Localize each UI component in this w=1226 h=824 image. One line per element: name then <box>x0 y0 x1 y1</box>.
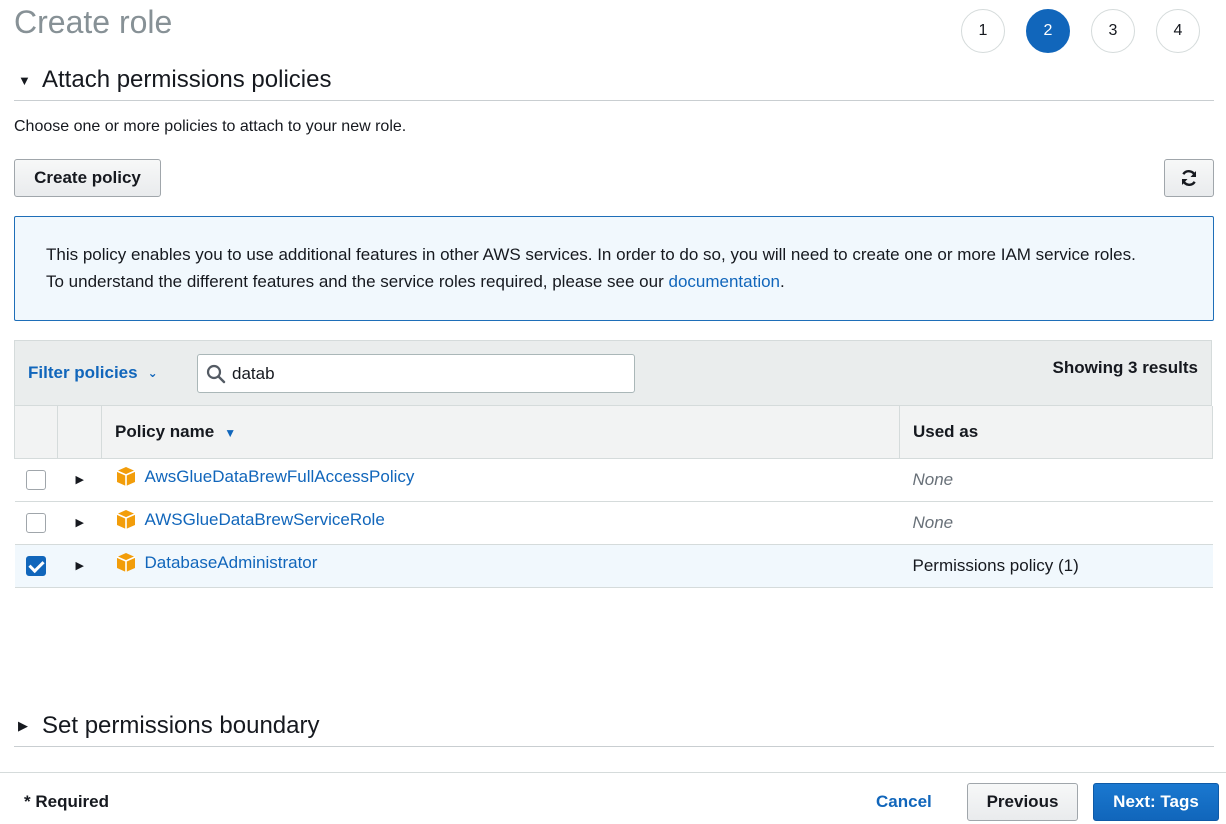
search-box[interactable] <box>197 354 635 393</box>
create-policy-button[interactable]: Create policy <box>14 159 161 197</box>
filter-policies-label: Filter policies <box>28 363 138 382</box>
table-row[interactable]: ▶ AWSGlueDataBrewServiceRole None <box>14 501 1213 544</box>
page-title: Create role <box>14 4 173 40</box>
previous-button[interactable]: Previous <box>967 783 1078 821</box>
policies-grid: Policy name ▼ Used as ▶ AwsGlueDataBrewFu… <box>14 406 1213 588</box>
permissions-boundary-section-header[interactable]: ▶ Set permissions boundary <box>14 712 1214 747</box>
info-alert: This policy enables you to use additiona… <box>14 216 1214 321</box>
caret-down-icon: ▼ <box>18 72 31 88</box>
policy-name: AWSGlueDataBrewServiceRole <box>144 510 385 529</box>
step-4: 4 <box>1156 9 1200 53</box>
step-1: 1 <box>961 9 1005 53</box>
header-expand-cell <box>57 406 102 459</box>
table-row[interactable]: ▶ AwsGlueDataBrewFullAccessPolicy None <box>14 458 1213 501</box>
policy-link[interactable]: DatabaseAdministrator <box>115 552 318 574</box>
row-checkbox[interactable] <box>25 512 46 533</box>
policies-table: Filter policies ⌄ Showing 3 results Poli… <box>14 340 1213 588</box>
cancel-link[interactable]: Cancel <box>876 792 932 812</box>
chevron-down-icon: ⌄ <box>147 366 158 380</box>
info-period: . <box>780 272 785 291</box>
header-checkbox-cell <box>14 406 58 459</box>
info-line-2: To understand the different features and… <box>46 268 1182 295</box>
caret-right-icon: ▶ <box>18 718 28 733</box>
results-count: Showing 3 results <box>1052 358 1198 377</box>
header-policy-name[interactable]: Policy name ▼ <box>101 406 900 459</box>
filter-bar: Filter policies ⌄ Showing 3 results <box>14 340 1212 406</box>
info-line-2-text: To understand the different features and… <box>46 272 664 291</box>
header-used-as[interactable]: Used as <box>899 406 1213 459</box>
search-icon <box>206 364 226 383</box>
policy-link[interactable]: AwsGlueDataBrewFullAccessPolicy <box>115 466 415 488</box>
policy-box-icon <box>116 467 135 486</box>
policy-box-icon <box>116 553 135 572</box>
table-row-selected[interactable]: ▶ DatabaseAdministrator Permissions poli… <box>14 544 1213 587</box>
info-line-1: This policy enables you to use additiona… <box>46 245 1136 264</box>
sort-down-icon: ▼ <box>224 425 237 440</box>
policy-name: AwsGlueDataBrewFullAccessPolicy <box>144 467 415 486</box>
step-2-active: 2 <box>1026 9 1070 53</box>
row-checkbox[interactable] <box>25 469 46 490</box>
refresh-icon <box>1181 170 1197 186</box>
policy-link[interactable]: AWSGlueDataBrewServiceRole <box>115 509 385 531</box>
step-3: 3 <box>1091 9 1135 53</box>
table-header-row: Policy name ▼ Used as <box>14 406 1213 459</box>
documentation-link[interactable]: documentation <box>668 272 780 291</box>
row-checkbox-checked[interactable] <box>25 555 46 576</box>
required-note: * Required <box>24 792 110 811</box>
expand-caret-icon[interactable]: ▶ <box>58 544 102 587</box>
footer: * Required Cancel Previous Next: Tags <box>0 772 1226 824</box>
expand-caret-icon[interactable]: ▶ <box>58 501 102 544</box>
wizard-steps: 1 2 3 4 <box>961 9 1200 53</box>
attach-permissions-section-header[interactable]: ▼ Attach permissions policies <box>14 66 1214 101</box>
used-as: None <box>912 512 954 532</box>
expand-caret-icon[interactable]: ▶ <box>58 458 102 501</box>
section-title: Attach permissions policies <box>42 66 332 93</box>
filter-policies-dropdown[interactable]: Filter policies ⌄ <box>28 363 158 383</box>
intro-text: Choose one or more policies to attach to… <box>14 118 407 135</box>
search-input[interactable] <box>232 363 612 384</box>
used-as: None <box>912 469 954 489</box>
used-as: Permissions policy (1) <box>912 555 1079 575</box>
policy-box-icon <box>116 510 135 529</box>
refresh-button[interactable] <box>1164 159 1214 197</box>
policy-name: DatabaseAdministrator <box>144 553 318 572</box>
section-title: Set permissions boundary <box>42 712 320 739</box>
header-policy-name-label: Policy name <box>115 421 215 441</box>
next-tags-button[interactable]: Next: Tags <box>1093 783 1219 821</box>
